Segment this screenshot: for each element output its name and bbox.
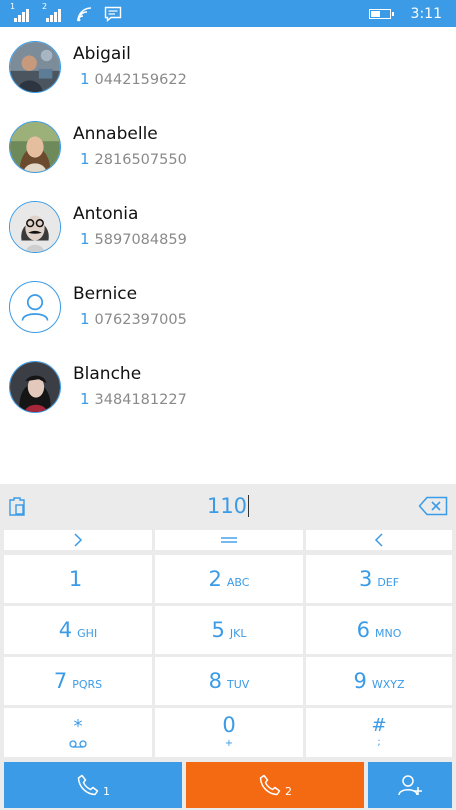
contact-item[interactable]: Abigail 1 0442159622 xyxy=(0,27,456,107)
call-sim2-button[interactable]: 2 xyxy=(186,762,364,808)
chevron-left-icon xyxy=(374,533,383,547)
signal-sim2-icon: 2 xyxy=(42,2,62,22)
key-7[interactable]: 7 PQRS xyxy=(4,657,152,705)
key-2[interactable]: 2 ABC xyxy=(155,555,303,603)
contact-photo xyxy=(9,41,61,93)
key-1[interactable]: 1 xyxy=(4,555,152,603)
dialed-number: 110 xyxy=(206,494,248,518)
key-4[interactable]: 4 GHI xyxy=(4,606,152,654)
add-contact-icon xyxy=(398,775,422,796)
message-icon xyxy=(104,6,122,22)
dial-input-bar: 110 xyxy=(0,484,456,528)
call-sim1-button[interactable]: 1 xyxy=(4,762,182,808)
contact-number: 1 2816507550 xyxy=(80,150,187,168)
contact-name: Bernice xyxy=(73,284,138,304)
add-contact-button[interactable] xyxy=(368,762,452,808)
key-3[interactable]: 3 DEF xyxy=(306,555,452,603)
status-bar: 1 2 3:11 xyxy=(0,0,456,27)
contact-item[interactable]: Blanche 1 3484181227 xyxy=(0,347,456,427)
sim2-label: 2 xyxy=(42,2,48,11)
key-0[interactable]: 0 + xyxy=(155,708,303,757)
dial-keypad: 1 2 ABC 3 DEF 4 GHI 5 JKL 6 MNO 7 PQRS 8 TUV 9W… xyxy=(0,552,456,760)
cursor-nav-row xyxy=(0,528,456,552)
contact-number: 1 3484181227 xyxy=(80,390,187,408)
contact-item[interactable]: Bernice 1 0762397005 xyxy=(0,267,456,347)
chevron-right-icon xyxy=(74,533,83,547)
contact-item[interactable]: Antonia 1 5897084859 xyxy=(0,187,456,267)
person-icon xyxy=(9,281,61,333)
wifi-icon xyxy=(77,7,92,22)
key-5[interactable]: 5 JKL xyxy=(155,606,303,654)
menu-button[interactable] xyxy=(155,530,303,550)
contact-name: Annabelle xyxy=(73,124,158,144)
call-action-bar: 1 2 xyxy=(0,760,456,810)
signal-sim1-icon: 1 xyxy=(10,2,30,22)
key-6[interactable]: 6 MNO xyxy=(306,606,452,654)
contact-name: Abigail xyxy=(73,44,131,64)
sim2-label: 2 xyxy=(285,784,292,798)
dialed-number-field[interactable]: 110 xyxy=(0,494,456,518)
contact-item[interactable]: Annabelle 1 2816507550 xyxy=(0,107,456,187)
key-9[interactable]: 9 WXYZ xyxy=(306,657,452,705)
cursor-right-button[interactable] xyxy=(4,530,152,550)
key-hash[interactable]: # ; xyxy=(306,708,452,757)
contact-photo xyxy=(9,121,61,173)
contact-number: 1 0442159622 xyxy=(80,70,187,88)
contact-number: 1 5897084859 xyxy=(80,230,187,248)
voicemail-icon xyxy=(69,739,87,748)
contact-name: Antonia xyxy=(73,204,139,224)
key-8[interactable]: 8 TUV xyxy=(155,657,303,705)
contact-photo xyxy=(9,201,61,253)
battery-icon xyxy=(368,9,394,19)
sim1-label: 1 xyxy=(103,784,110,798)
sim1-label: 1 xyxy=(10,2,16,11)
text-caret xyxy=(248,495,250,517)
contact-photo xyxy=(9,361,61,413)
backspace-icon[interactable] xyxy=(418,496,448,516)
contact-list: Abigail 1 0442159622 Annabelle 1 281650755… xyxy=(0,27,456,427)
clock: 3:11 xyxy=(410,6,442,22)
contact-number: 1 0762397005 xyxy=(80,310,187,328)
key-star[interactable]: * xyxy=(4,708,152,757)
equals-icon xyxy=(221,537,237,543)
phone-icon xyxy=(77,774,99,796)
contact-name: Blanche xyxy=(73,364,142,384)
cursor-left-button[interactable] xyxy=(306,530,452,550)
phone-icon xyxy=(259,774,281,796)
